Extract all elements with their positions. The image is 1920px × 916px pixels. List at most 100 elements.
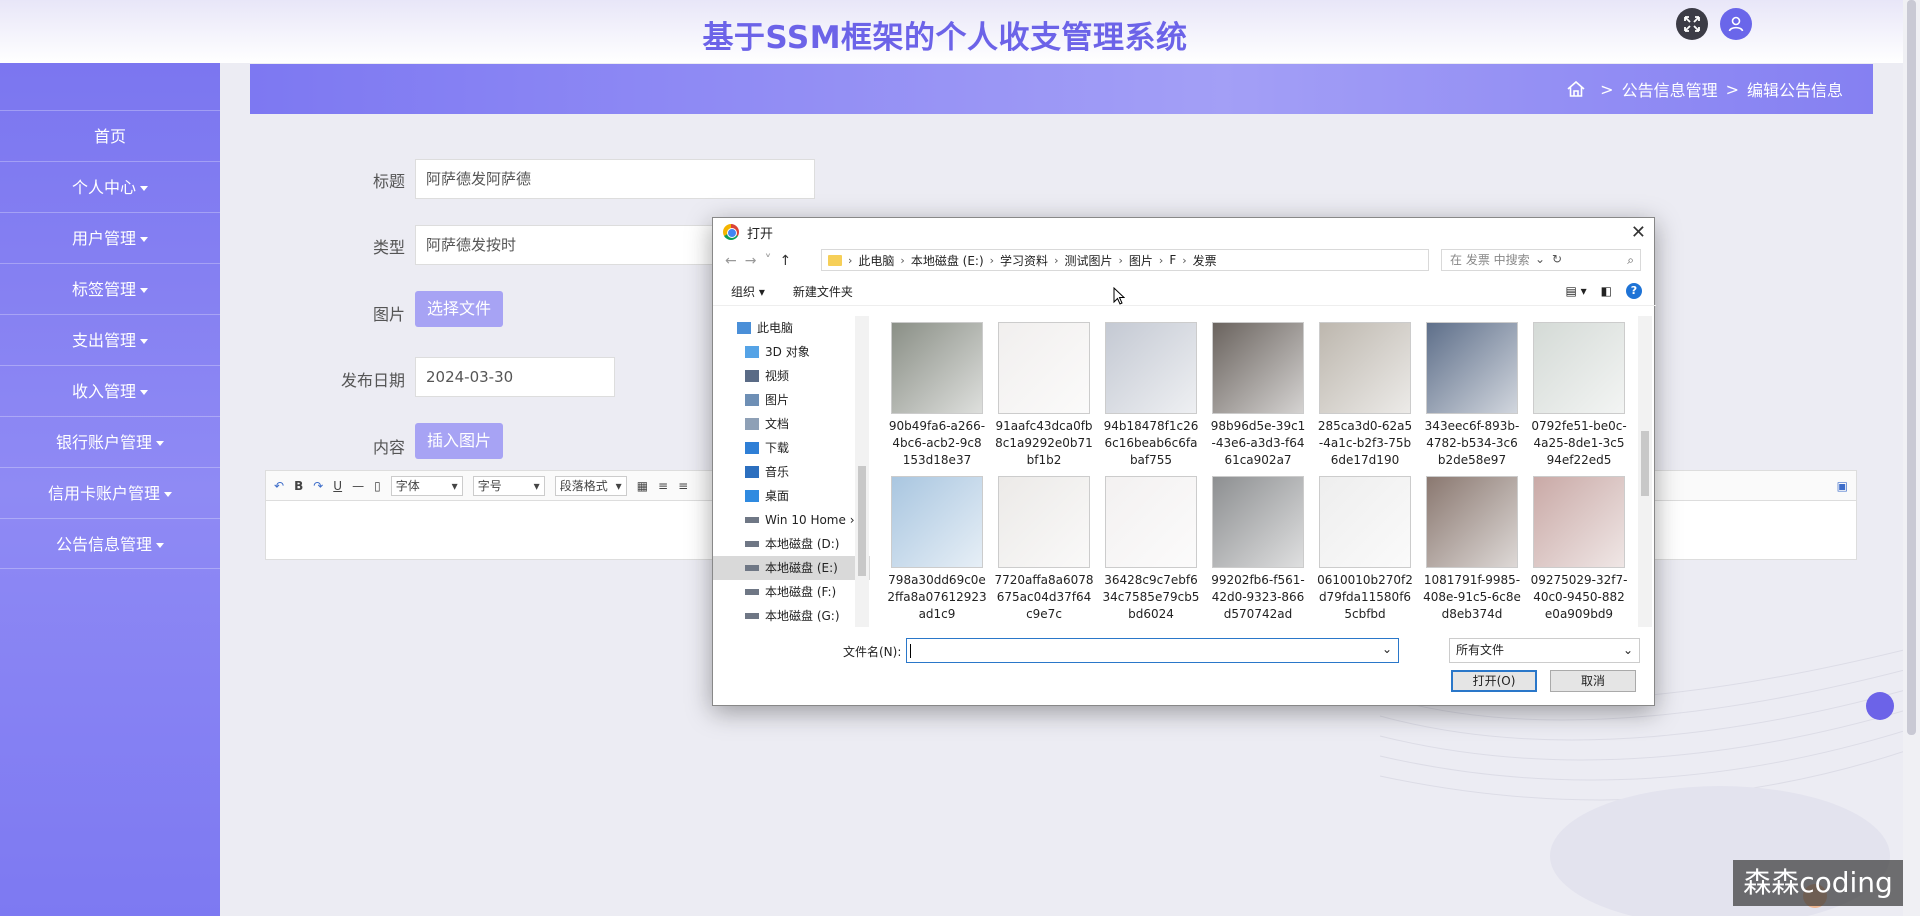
path-segment[interactable]: 测试图片: [1064, 252, 1112, 269]
nav-item[interactable]: 文档: [713, 412, 870, 436]
help-icon[interactable]: ?: [1626, 283, 1642, 299]
align-center-icon[interactable]: ≡: [678, 479, 688, 493]
file-item[interactable]: 7720affa8a6078 675ac04d37f64 c9e7c: [994, 476, 1094, 623]
path-chevron-icon[interactable]: ›: [900, 254, 904, 267]
date-input[interactable]: 2024-03-30: [415, 357, 615, 397]
file-item[interactable]: 0610010b270f2 d79fda11580f6 5cbfbd: [1315, 476, 1415, 623]
file-item[interactable]: 285ca3d0-62a5 -4a1c-b2f3-75b 6de17d190: [1315, 322, 1415, 469]
nav-item[interactable]: 本地磁盘 (F:): [713, 580, 870, 604]
fullscreen-button[interactable]: [1676, 8, 1708, 40]
sidebar-item[interactable]: 个人中心: [0, 161, 220, 212]
nav-item[interactable]: 桌面: [713, 484, 870, 508]
cancel-button[interactable]: 取消: [1550, 670, 1636, 692]
file-item[interactable]: 98b96d5e-39c1 -43e6-a3d3-f64 61ca902a7: [1208, 322, 1308, 469]
file-list-scrollbar[interactable]: [1638, 316, 1652, 627]
search-input[interactable]: 在 发票 中搜索 ⌕: [1441, 249, 1641, 271]
path-segment[interactable]: 学习资料: [1000, 252, 1048, 269]
nav-item[interactable]: 3D 对象: [713, 340, 870, 364]
view-options-icon[interactable]: ▤ ▾: [1565, 284, 1586, 298]
nav-item[interactable]: 本地磁盘 (D:): [713, 532, 870, 556]
sidebar-item[interactable]: 标签管理: [0, 263, 220, 314]
path-segment[interactable]: 发票: [1193, 252, 1217, 269]
filename-input[interactable]: ⌄: [906, 638, 1399, 663]
paragraph-select[interactable]: 段落格式 ▾: [554, 475, 627, 496]
choose-file-button[interactable]: 选择文件: [415, 291, 504, 327]
user-icon: [1728, 16, 1744, 32]
nav-item[interactable]: 视频: [713, 364, 870, 388]
page-scrollbar-thumb[interactable]: [1907, 0, 1916, 735]
sidebar-item[interactable]: 支出管理: [0, 314, 220, 365]
type-label: 类型: [372, 238, 405, 257]
sidebar-item[interactable]: 公告信息管理: [0, 518, 220, 569]
fullscreen-editor-icon[interactable]: ▣: [1837, 479, 1848, 493]
file-item[interactable]: 343eec6f-893b- 4782-b534-3c6 b2de58e97: [1422, 322, 1522, 469]
close-icon[interactable]: ✕: [1631, 222, 1646, 243]
path-chevron-icon[interactable]: ›: [848, 254, 852, 267]
page-icon[interactable]: ▯: [374, 479, 381, 493]
nav-item[interactable]: 图片: [713, 388, 870, 412]
recent-icon[interactable]: ˅: [764, 253, 771, 269]
nav-item-label: 本地磁盘 (G:): [765, 609, 840, 623]
type-input[interactable]: 阿萨德发按时: [415, 225, 715, 265]
path-chevron-icon[interactable]: ›: [1054, 254, 1058, 267]
sidebar-item[interactable]: 银行账户管理: [0, 416, 220, 467]
filename-label: 文件名(N):: [843, 645, 902, 659]
navigation-scrollbar[interactable]: [855, 316, 869, 627]
file-item[interactable]: 99202fb6-f561- 42d0-9323-866 d570742ad: [1208, 476, 1308, 623]
file-type-select[interactable]: 所有文件 ⌄: [1449, 638, 1640, 663]
home-icon[interactable]: [1566, 79, 1586, 99]
file-item[interactable]: 09275029-32f7- 40c0-9450-882 e0a909bd9: [1529, 476, 1629, 623]
file-item[interactable]: 94b18478f1c26 6c16beab6c6fa baf755: [1101, 322, 1201, 469]
file-name-line: 7720affa8a6078: [994, 573, 1094, 587]
redo-icon[interactable]: ↷: [313, 479, 323, 493]
sidebar-item[interactable]: 收入管理: [0, 365, 220, 416]
file-item[interactable]: 36428c9c7ebf6 34c7585e79cb5 bd6024: [1101, 476, 1201, 623]
sidebar-item[interactable]: 首页: [0, 110, 220, 161]
nav-item[interactable]: 本地磁盘 (G:): [713, 604, 870, 627]
organize-menu[interactable]: 组织 ▾: [731, 283, 765, 300]
sidebar-item[interactable]: 用户管理: [0, 212, 220, 263]
breadcrumb-item-announcements[interactable]: 公告信息管理: [1622, 77, 1718, 101]
bold-icon[interactable]: B: [294, 479, 303, 493]
up-icon[interactable]: ↑: [779, 253, 791, 269]
path-chevron-icon[interactable]: ›: [1182, 254, 1186, 267]
insert-image-button[interactable]: 插入图片: [415, 423, 504, 459]
dialog-titlebar[interactable]: 打开: [713, 218, 1654, 246]
table-icon[interactable]: ▦: [637, 479, 648, 493]
caret-down-icon: [164, 492, 172, 497]
align-left-icon[interactable]: ≡: [658, 479, 668, 493]
path-chevron-icon[interactable]: ›: [1118, 254, 1122, 267]
file-item[interactable]: 91aafc43dca0fb 8c1a9292e0b71 bf1b2: [994, 322, 1094, 469]
chevron-down-icon[interactable]: ⌄: [1382, 642, 1392, 656]
horizontal-rule-icon[interactable]: —: [352, 479, 364, 493]
nav-item[interactable]: 此电脑: [713, 316, 870, 340]
path-chevron-icon[interactable]: ›: [990, 254, 994, 267]
file-item[interactable]: 798a30dd69c0e 2ffa8a07612923 ad1c9: [887, 476, 987, 623]
underline-icon[interactable]: U: [333, 479, 342, 493]
preview-pane-icon[interactable]: ◧: [1601, 284, 1612, 298]
nav-item[interactable]: 下载: [713, 436, 870, 460]
path-segment[interactable]: 此电脑: [858, 252, 894, 269]
user-profile-button[interactable]: [1720, 8, 1752, 40]
image-thumbnail: [998, 476, 1090, 568]
address-bar[interactable]: › 此电脑 › 本地磁盘 (E:) › 学习资料 › 测试图片 › 图片 › F › 发票: [821, 249, 1429, 271]
sidebar-item[interactable]: 信用卡账户管理: [0, 467, 220, 518]
undo-icon[interactable]: ↶: [274, 479, 284, 493]
file-item[interactable]: 90b49fa6-a266- 4bc6-acb2-9c8 153d18e37: [887, 322, 987, 469]
file-item[interactable]: 0792fe51-be0c- 4a25-8de1-3c5 94ef22ed5: [1529, 322, 1629, 469]
nav-item[interactable]: 音乐: [713, 460, 870, 484]
path-segment[interactable]: F: [1169, 253, 1176, 267]
new-folder-button[interactable]: 新建文件夹: [793, 283, 853, 300]
forward-icon[interactable]: →: [745, 253, 757, 269]
path-segment[interactable]: 本地磁盘 (E:): [911, 252, 984, 269]
file-item[interactable]: 1081791f-9985- 408e-91c5-6c8e d8eb374d: [1422, 476, 1522, 623]
open-button[interactable]: 打开(O): [1451, 670, 1537, 692]
nav-item[interactable]: Win 10 Home ›: [713, 508, 870, 532]
size-select[interactable]: 字号 ▾: [472, 475, 545, 496]
back-icon[interactable]: ←: [725, 253, 737, 269]
title-input[interactable]: 阿萨德发阿萨德: [415, 159, 815, 199]
font-select[interactable]: 字体 ▾: [390, 475, 463, 496]
path-chevron-icon[interactable]: ›: [1159, 254, 1163, 267]
nav-item[interactable]: 本地磁盘 (E:): [713, 556, 870, 580]
path-segment[interactable]: 图片: [1129, 252, 1153, 269]
